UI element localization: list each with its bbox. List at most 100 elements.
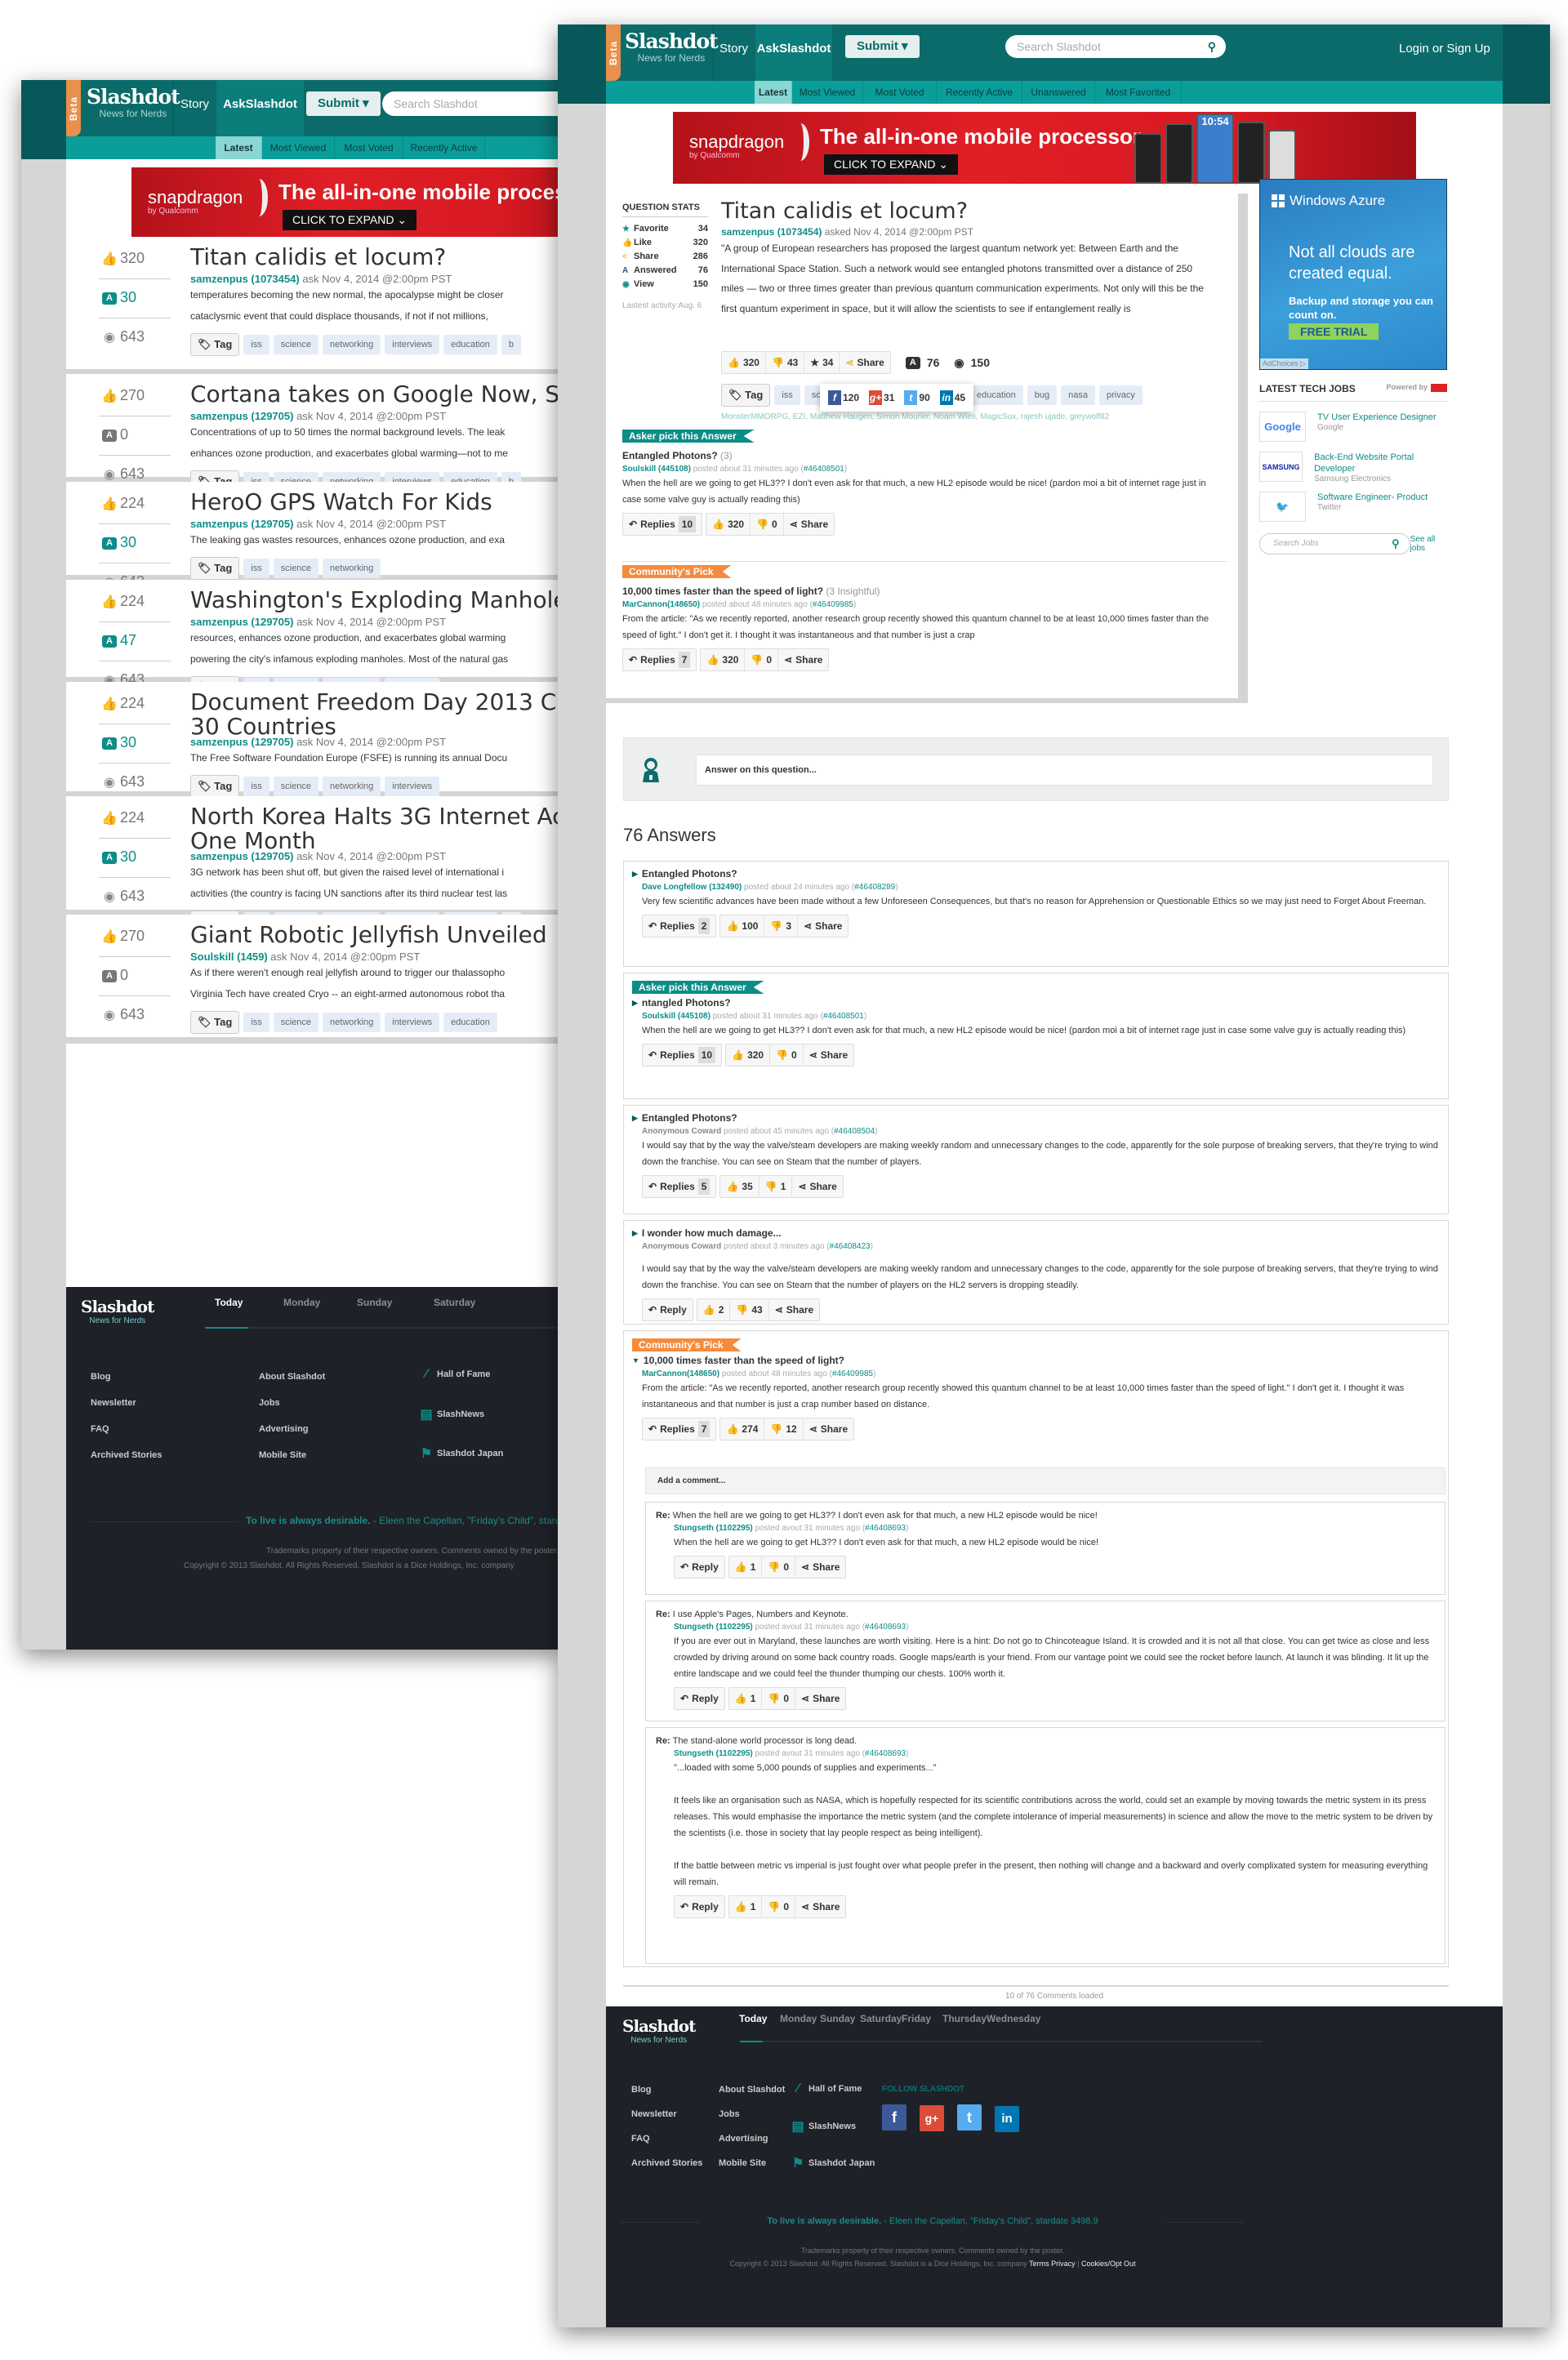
author-link[interactable]: samzenpus (1073454): [721, 226, 822, 238]
footer-link-japan[interactable]: ⚑ Slashdot Japan: [787, 2155, 875, 2171]
job-listing[interactable]: SAMSUNG Back-End Website Portal Develope…: [1259, 452, 1447, 483]
tag-chip[interactable]: iss: [243, 777, 270, 796]
share-button[interactable]: ⋖ Share: [798, 915, 848, 937]
footer-logo[interactable]: Slashdot News for Nerds: [622, 2016, 696, 2045]
share-button[interactable]: ⋖ Share: [840, 352, 889, 373]
like-button[interactable]: 👍 1: [729, 1896, 763, 1917]
author-link[interactable]: Stungseth (1102295): [674, 1749, 753, 1758]
tag-chip[interactable]: networking: [323, 335, 381, 354]
windows-azure-ad[interactable]: Windows Azure Not all clouds are created…: [1259, 179, 1447, 370]
footer-link-blog[interactable]: Blog: [631, 2085, 651, 2095]
story-title[interactable]: Giant Robotic Jellyfish Unveiled: [190, 923, 547, 947]
author-link[interactable]: samzenpus (129705): [190, 518, 293, 530]
like-button[interactable]: 👍 320: [722, 352, 766, 373]
author-link[interactable]: Soulskill (445108): [642, 1012, 710, 1021]
story-title[interactable]: North Korea Halts 3G Internet Acc One Mon…: [190, 804, 560, 853]
tag-button[interactable]: 🏷 Tag: [190, 775, 240, 798]
like-button[interactable]: 👍 320: [726, 1044, 771, 1066]
comment-id-link[interactable]: #46409985: [832, 1369, 873, 1378]
footer-link-faq[interactable]: FAQ: [631, 2134, 650, 2144]
replies-button[interactable]: ↶ Replies 2: [643, 915, 715, 937]
job-search-input[interactable]: Search Jobs ⚲: [1259, 533, 1410, 554]
dislike-button[interactable]: 👎 0: [762, 1896, 796, 1917]
nav-askslashdot[interactable]: AskSlashdot: [216, 80, 304, 136]
tag-chip[interactable]: privacy: [1098, 385, 1143, 405]
login-link[interactable]: Login or Sign Up: [1399, 24, 1490, 81]
footer-link-mobile[interactable]: Mobile Site: [259, 1450, 306, 1460]
footer-day-tab[interactable]: Thursday: [942, 2013, 987, 2024]
tag-chip[interactable]: science: [273, 1013, 319, 1032]
caret-right-icon[interactable]: ▶: [632, 1229, 638, 1238]
tag-chip[interactable]: networking: [323, 777, 381, 796]
footer-link-advertising[interactable]: Advertising: [259, 1424, 309, 1434]
dislike-button[interactable]: 👎 0: [762, 1556, 796, 1578]
footer-logo[interactable]: Slashdot News for Nerds: [81, 1297, 154, 1325]
share-button[interactable]: ⋖ Share: [769, 1299, 819, 1320]
comment-id-link[interactable]: #46409985: [813, 600, 853, 609]
nav-askslashdot[interactable]: AskSlashdot: [755, 24, 832, 81]
footer-link-newsletter[interactable]: Newsletter: [631, 2109, 677, 2119]
like-button[interactable]: 👍 35: [720, 1176, 760, 1197]
share-facebook[interactable]: f 120: [828, 390, 859, 405]
like-button[interactable]: 👍 320: [701, 649, 746, 670]
footer-day-tab[interactable]: Friday: [902, 2013, 931, 2024]
comment-id-link[interactable]: #46408693: [865, 1623, 906, 1632]
tag-chip[interactable]: education: [969, 385, 1023, 405]
dislike-button[interactable]: 👎 43: [730, 1299, 769, 1320]
subtab-most-voted[interactable]: Most Voted: [335, 136, 403, 159]
footer-link-about[interactable]: About Slashdot: [259, 1372, 325, 1382]
story-title[interactable]: Document Freedom Day 2013 Cel 30 Countrie…: [190, 690, 560, 739]
replies-button[interactable]: ↶ Reply: [675, 1556, 724, 1578]
tag-chip[interactable]: science: [273, 777, 319, 796]
story-title[interactable]: HeroO GPS Watch For Kids: [190, 490, 492, 514]
caret-right-icon[interactable]: ▶: [632, 870, 638, 879]
story-title[interactable]: Titan calidis et locum?: [190, 245, 446, 269]
like-button[interactable]: 👍 100: [720, 915, 765, 937]
footer-link-archived[interactable]: Archived Stories: [91, 1450, 162, 1460]
tag-chip[interactable]: iss: [243, 559, 270, 578]
dislike-button[interactable]: 👎 0: [762, 1688, 796, 1709]
footer-link-jobs[interactable]: Jobs: [259, 1398, 280, 1408]
job-listing[interactable]: 🐦 Software Engineer- Product Twitter: [1259, 492, 1447, 522]
footer-day-tab[interactable]: Sunday: [357, 1297, 392, 1308]
comment-id-link[interactable]: #46408289: [854, 883, 895, 892]
share-google-plus[interactable]: g+ 31: [869, 390, 894, 405]
footer-day-tab[interactable]: Saturday: [860, 2013, 902, 2024]
tag-chip[interactable]: iss: [774, 385, 800, 405]
share-button[interactable]: ⋖ Share: [795, 1556, 845, 1578]
footer-link-japan[interactable]: ⚑ Slashdot Japan: [416, 1445, 503, 1462]
comment-id-link[interactable]: #46408693: [865, 1749, 906, 1758]
footer-link-about[interactable]: About Slashdot: [719, 2085, 785, 2095]
tag-chip[interactable]: science: [273, 559, 319, 578]
author-link[interactable]: samzenpus (1073454): [190, 273, 300, 285]
snapdragon-ad[interactable]: snapdragon by Qualcomm The all-in-one mob…: [131, 167, 560, 239]
submit-dropdown[interactable]: Submit ▾: [306, 91, 381, 116]
dislike-button[interactable]: 👎 12: [764, 1418, 804, 1440]
add-comment-input[interactable]: Add a comment...: [645, 1467, 1446, 1494]
terms-privacy-link[interactable]: Terms Privacy: [1029, 2260, 1076, 2268]
nav-story[interactable]: Story: [713, 24, 754, 81]
subtab-most-favorited[interactable]: Most Favorited: [1095, 81, 1182, 104]
tag-chip[interactable]: networking: [323, 559, 381, 578]
share-button[interactable]: ⋖ Share: [784, 514, 834, 535]
subtab-unanswered[interactable]: Unanswered: [1022, 81, 1095, 104]
comment-id-link[interactable]: #46408501: [823, 1012, 864, 1021]
subtab-latest[interactable]: Latest: [755, 81, 792, 104]
story-title[interactable]: Washington's Exploding Manholes: [190, 588, 560, 612]
ad-expand-button[interactable]: CLICK TO EXPAND ⌄: [283, 210, 417, 230]
tag-chip[interactable]: bug: [1027, 385, 1058, 405]
subtab-recently-active[interactable]: Recently Active: [403, 136, 485, 159]
share-linkedin[interactable]: in 45: [939, 390, 965, 405]
subtab-recently-active[interactable]: Recently Active: [937, 81, 1022, 104]
footer-day-tab[interactable]: Sunday: [820, 2013, 855, 2024]
answer-input[interactable]: Answer on this question...: [696, 755, 1433, 786]
share-twitter[interactable]: t 90: [904, 390, 930, 405]
author-link[interactable]: samzenpus (129705): [190, 410, 293, 422]
caret-right-icon[interactable]: ▶: [632, 1114, 638, 1123]
tag-chip[interactable]: interviews: [385, 777, 440, 796]
tag-button[interactable]: 🏷 Tag: [190, 333, 240, 356]
footer-link-advertising[interactable]: Advertising: [719, 2134, 768, 2144]
footer-link-slashnews[interactable]: ▤ SlashNews: [787, 2118, 856, 2135]
site-logo[interactable]: Slashdot News for Nerds: [87, 87, 180, 120]
like-button[interactable]: 👍 320: [706, 514, 751, 535]
